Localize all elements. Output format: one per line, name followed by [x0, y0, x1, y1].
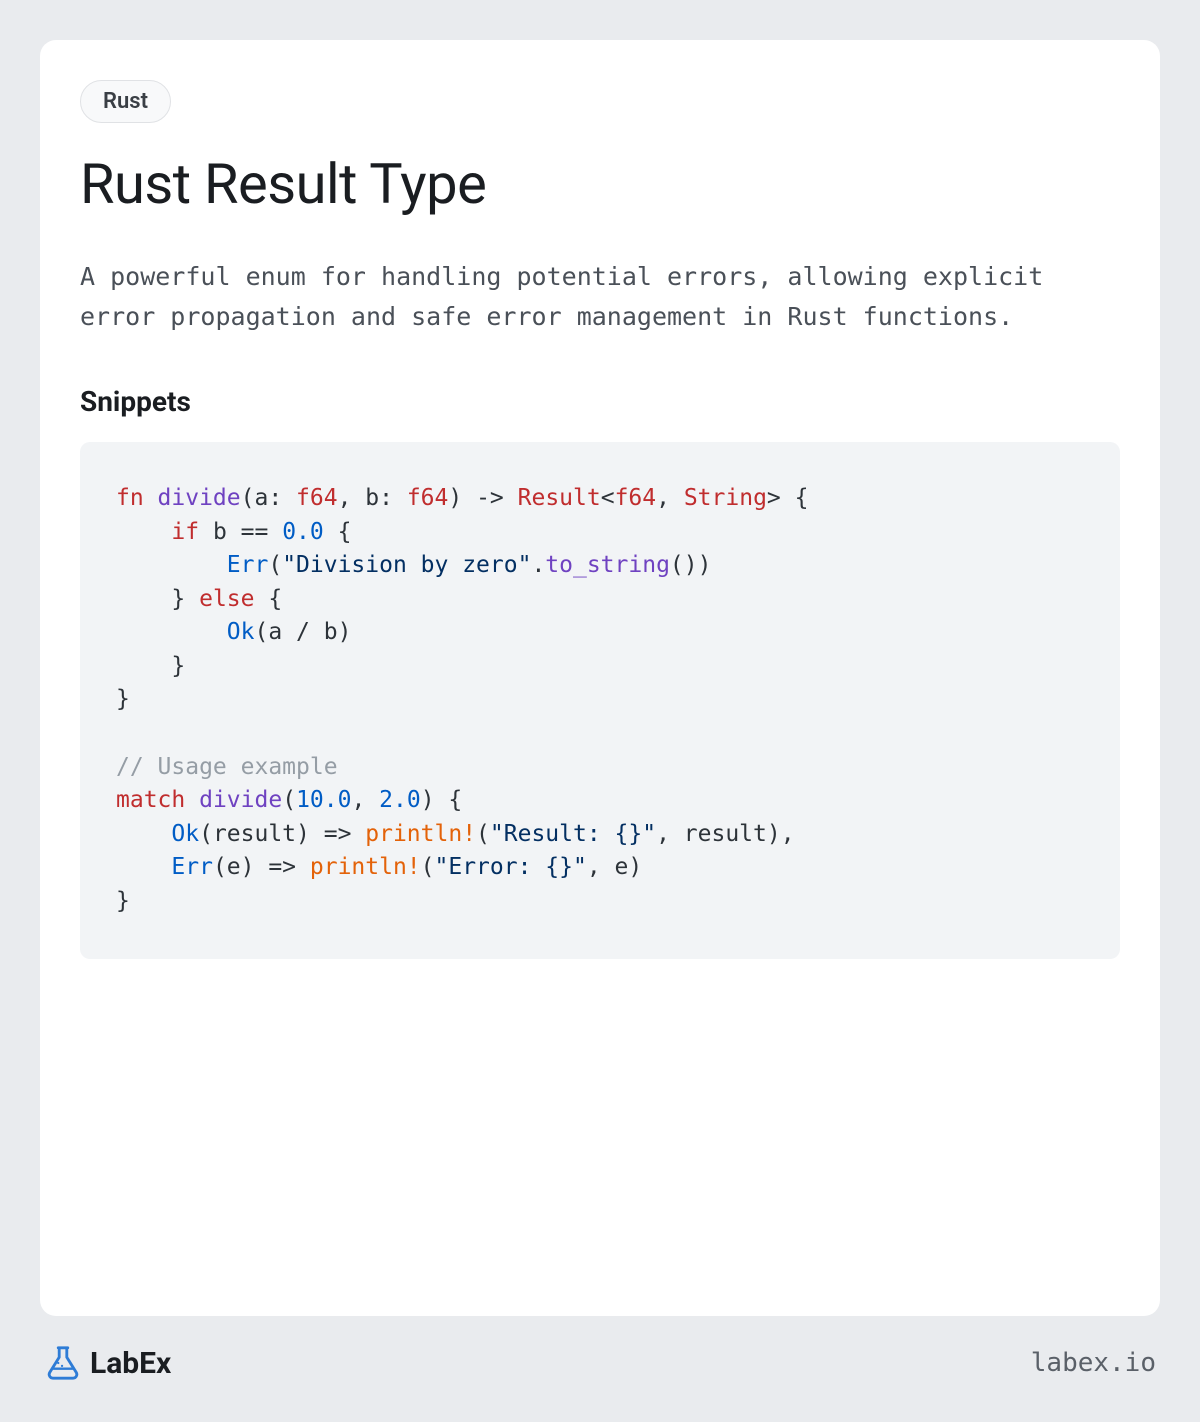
- page-title: Rust Result Type: [80, 151, 1120, 217]
- flask-icon: [44, 1344, 82, 1382]
- language-tag: Rust: [80, 80, 171, 123]
- description-text: A powerful enum for handling potential e…: [80, 257, 1120, 337]
- content-card: Rust Rust Result Type A powerful enum fo…: [40, 40, 1160, 1316]
- footer: LabEx labex.io: [40, 1316, 1160, 1382]
- snippets-heading: Snippets: [80, 385, 1120, 418]
- labex-logo: LabEx: [44, 1344, 171, 1382]
- code-snippet: fn divide(a: f64, b: f64) -> Result<f64,…: [80, 442, 1120, 959]
- logo-text: LabEx: [90, 1346, 171, 1381]
- footer-url: labex.io: [1031, 1348, 1156, 1378]
